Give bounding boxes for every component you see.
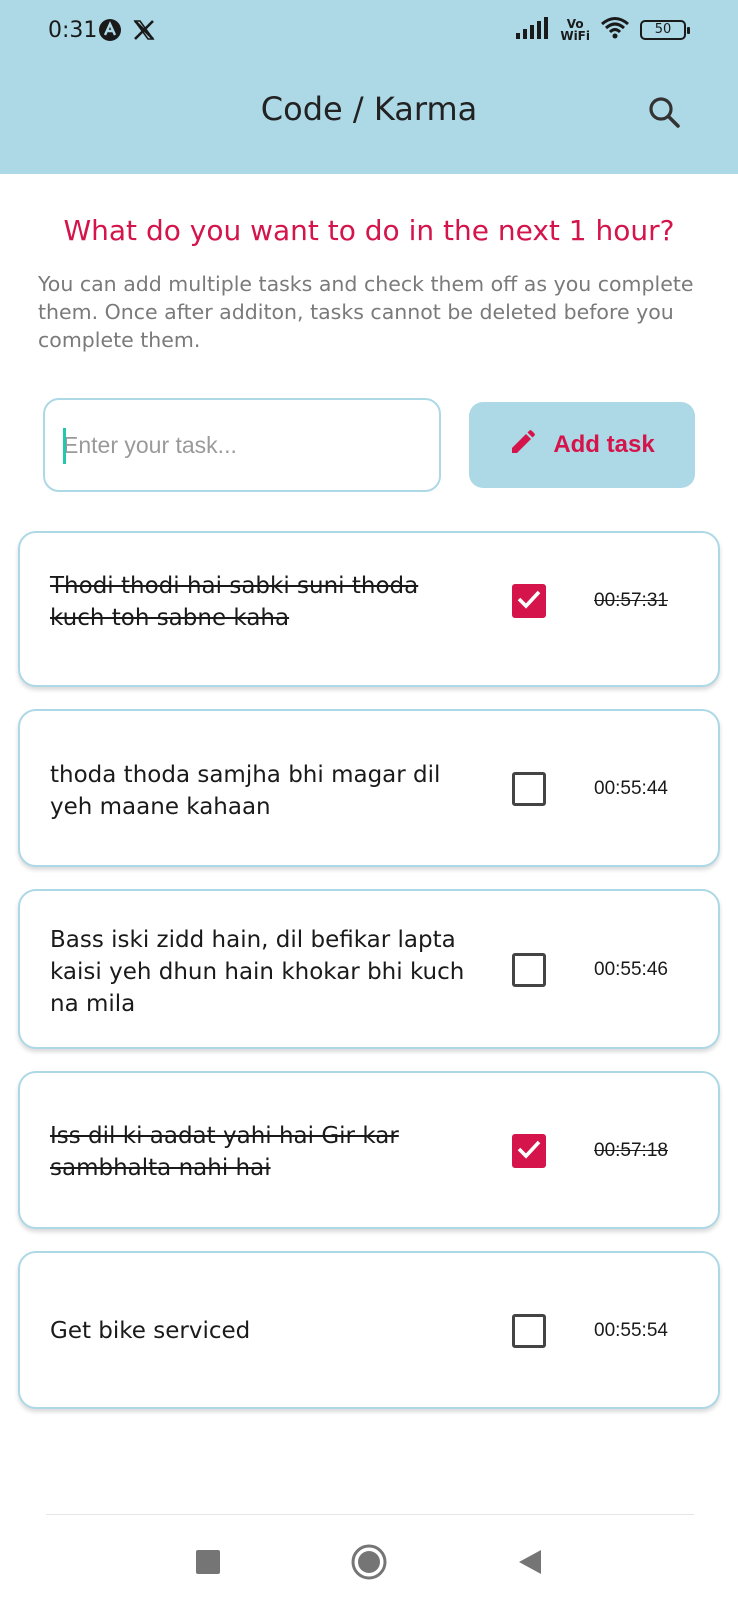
- task-text: thoda thoda samjha bhi magar dil yeh maa…: [50, 762, 441, 820]
- recents-square-icon: [195, 1549, 221, 1579]
- task-input[interactable]: [63, 400, 423, 490]
- check-icon: [517, 589, 541, 613]
- task-timer: 00:55:46: [594, 959, 668, 980]
- search-button[interactable]: [642, 92, 686, 136]
- task-input-container: [43, 398, 441, 492]
- vowifi-icon: Vo WiFi: [560, 18, 590, 42]
- status-bar: 0:31 Vo WiFi 50: [0, 0, 738, 66]
- status-right-group: Vo WiFi 50: [516, 16, 690, 44]
- x-logo-icon: [132, 18, 156, 46]
- task-card: Get bike serviced 00:55:54: [18, 1251, 720, 1409]
- check-icon: [517, 1139, 541, 1163]
- task-card: Iss dil ki aadat yahi hai Gir kar sambha…: [18, 1071, 720, 1229]
- wifi-icon: [600, 16, 630, 44]
- app-title: Code / Karma: [260, 90, 478, 128]
- task-checkbox[interactable]: [512, 953, 546, 987]
- add-task-button[interactable]: Add task: [469, 402, 695, 488]
- task-text: Bass iski zidd hain, dil befikar lapta k…: [50, 927, 465, 1017]
- task-text: Get bike serviced: [50, 1318, 251, 1344]
- back-triangle-icon: [517, 1548, 543, 1580]
- status-time: 0:31: [48, 18, 98, 43]
- signal-icon: [516, 17, 550, 43]
- prompt-description: You can add multiple tasks and check the…: [38, 272, 694, 352]
- home-button[interactable]: [349, 1544, 389, 1584]
- task-card: Thodi thodi hai sabki suni thoda kuch to…: [18, 531, 720, 687]
- task-card: thoda thoda samjha bhi magar dil yeh maa…: [18, 709, 720, 867]
- task-checkbox[interactable]: [512, 1134, 546, 1168]
- task-text: Thodi thodi hai sabki suni thoda kuch to…: [50, 573, 419, 631]
- app-header: 0:31 Vo WiFi 50 Code / Karma: [0, 0, 738, 174]
- system-nav-bar: [0, 1530, 738, 1600]
- task-checkbox[interactable]: [512, 584, 546, 618]
- text-caret: [63, 428, 66, 464]
- vowifi-bottom: WiFi: [560, 29, 590, 43]
- task-timer: 00:57:31: [594, 590, 668, 611]
- task-card: Bass iski zidd hain, dil befikar lapta k…: [18, 889, 720, 1049]
- task-timer: 00:57:18: [594, 1140, 668, 1161]
- task-text: Iss dil ki aadat yahi hai Gir kar sambha…: [50, 1123, 399, 1181]
- search-icon: [647, 95, 681, 133]
- task-checkbox[interactable]: [512, 1314, 546, 1348]
- battery-icon: 50: [640, 20, 690, 40]
- task-checkbox[interactable]: [512, 772, 546, 806]
- back-button[interactable]: [510, 1544, 550, 1584]
- task-timer: 00:55:54: [594, 1320, 668, 1341]
- add-task-label: Add task: [553, 431, 655, 458]
- task-timer: 00:55:44: [594, 778, 668, 799]
- notification-a-icon: [98, 18, 122, 46]
- pencil-icon: [509, 430, 536, 460]
- prompt-title: What do you want to do in the next 1 hou…: [63, 214, 675, 247]
- recents-button[interactable]: [188, 1544, 228, 1584]
- nav-divider: [46, 1514, 694, 1515]
- home-circle-icon: [350, 1543, 388, 1585]
